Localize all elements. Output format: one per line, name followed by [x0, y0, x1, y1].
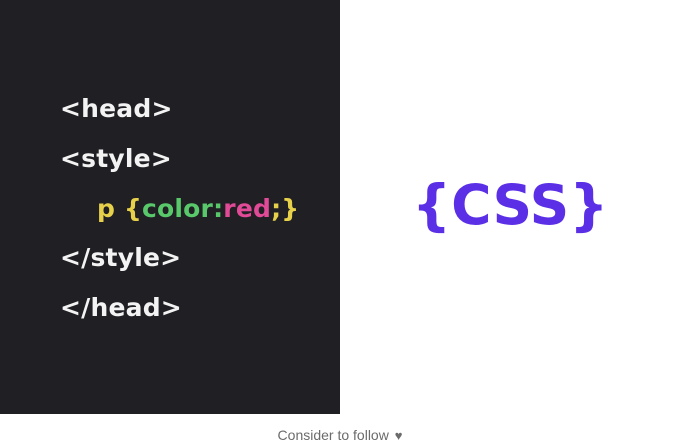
code-line-style-close: </style> [60, 243, 182, 272]
slide: <head> <style> p {color:red;} </style> <… [0, 0, 680, 445]
footer-text: Consider to follow [277, 427, 389, 443]
css-selector: p [97, 194, 116, 223]
css-open-brace: { [124, 194, 143, 223]
css-property: color [142, 194, 214, 223]
code-line-head-close: </head> [60, 293, 182, 322]
css-logo: {CSS} [412, 173, 609, 237]
code-line-style-open: <style> [60, 144, 172, 173]
css-value: red [223, 194, 272, 223]
code-line-head-open: <head> [60, 94, 173, 123]
footer-caption: Consider to follow ♥ [0, 425, 680, 445]
css-semicolon: ; [271, 194, 282, 223]
logo-panel: {CSS} [340, 0, 680, 414]
code-line-css-rule: p {color:red;} [97, 194, 299, 224]
heart-icon: ♥ [394, 428, 403, 443]
css-close-brace: } [281, 194, 300, 223]
css-colon: : [213, 194, 224, 223]
code-panel: <head> <style> p {color:red;} </style> <… [0, 0, 340, 414]
